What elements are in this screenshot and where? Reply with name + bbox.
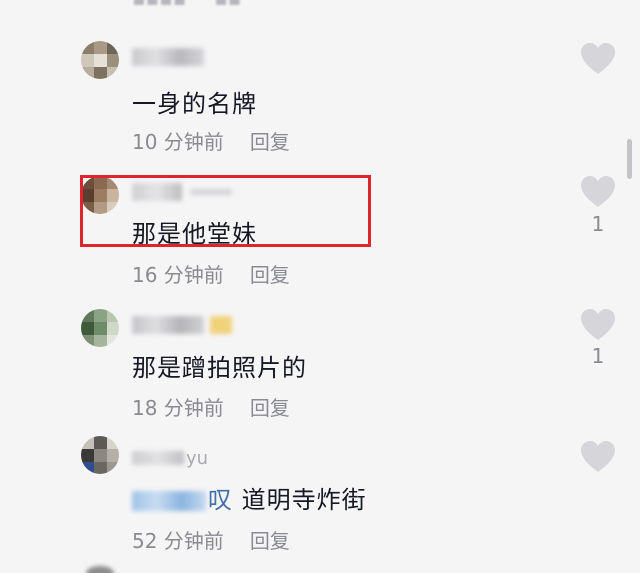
like-count: 1	[591, 212, 605, 236]
comment-meta: 52 分钟前 回复	[132, 525, 290, 554]
username[interactable]: yu	[132, 447, 208, 469]
reply-button[interactable]: 回复	[250, 525, 290, 554]
highlight-annotation-box	[80, 175, 371, 247]
heart-icon	[581, 441, 615, 472]
comment-meta: 18 分钟前 回复	[132, 392, 290, 421]
partial-reply: ▪▪	[214, 0, 241, 10]
partial-avatar	[86, 566, 114, 573]
avatar[interactable]	[81, 436, 119, 474]
comment-body: 道明寺炸街	[241, 486, 367, 514]
username-tail: yu	[186, 447, 209, 469]
comment-time: 10 分钟前	[132, 130, 224, 154]
comment-text: 一身的名牌	[132, 90, 257, 118]
comment-text: 叹 道明寺炸街	[132, 480, 367, 515]
comment-meta: 16 分钟前 回复	[132, 259, 290, 288]
scrollbar[interactable]	[627, 139, 632, 179]
like-button[interactable]	[580, 440, 616, 474]
comment-time: 52 分钟前	[132, 529, 224, 553]
heart-icon	[581, 43, 615, 74]
comment-time: 18 分钟前	[132, 396, 224, 420]
like-button[interactable]	[580, 42, 616, 76]
like-button[interactable]	[580, 175, 616, 209]
username[interactable]	[132, 314, 232, 336]
partial-time: ▪▪▪▪	[132, 0, 186, 10]
avatar[interactable]	[81, 41, 119, 79]
avatar[interactable]	[81, 309, 119, 347]
heart-icon	[581, 309, 615, 340]
username[interactable]	[132, 46, 204, 68]
mention-link[interactable]	[132, 491, 206, 511]
comment-time: 16 分钟前	[132, 263, 224, 287]
reply-button[interactable]: 回复	[250, 259, 290, 288]
comment-text: 那是蹭拍照片的	[132, 354, 307, 382]
reply-button[interactable]: 回复	[250, 126, 290, 155]
comment-list-screen: ▪▪▪▪ ▪▪ 一身的名牌 10 分钟前 回复	[0, 0, 640, 573]
comment-meta: 10 分钟前 回复	[132, 126, 290, 155]
reply-button[interactable]: 回复	[250, 392, 290, 421]
like-button[interactable]	[580, 308, 616, 342]
mention-tail[interactable]: 叹	[208, 486, 233, 514]
heart-icon	[581, 176, 615, 207]
like-count: 1	[591, 344, 605, 368]
partial-comment-meta: ▪▪▪▪ ▪▪	[132, 0, 241, 10]
